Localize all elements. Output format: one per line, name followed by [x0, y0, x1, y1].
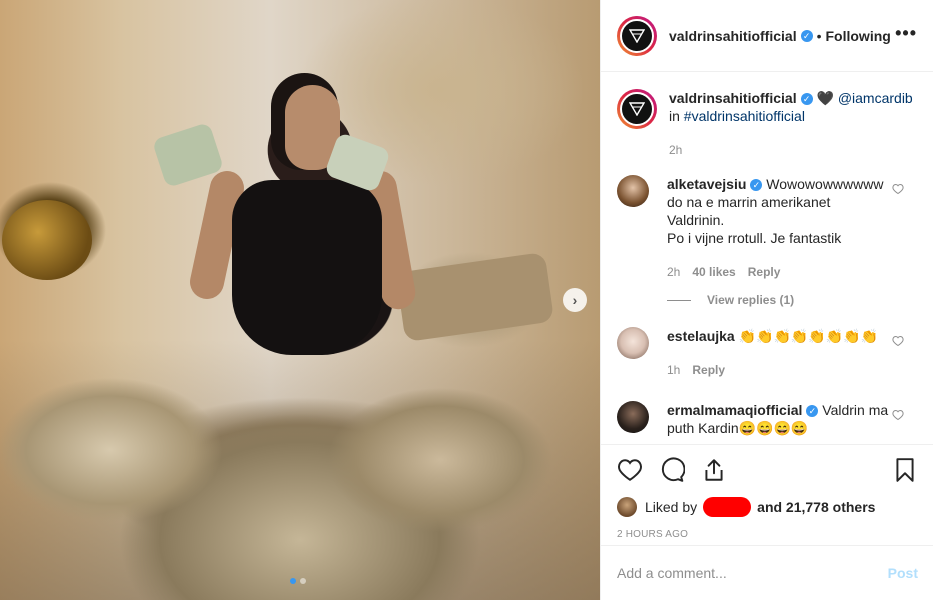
- commenter-username[interactable]: estelaujka: [667, 328, 735, 344]
- comment-text-2: Po i vijne rrotull. Je fantastik: [667, 230, 842, 246]
- author-avatar[interactable]: [617, 15, 657, 56]
- liker-avatar[interactable]: [617, 497, 637, 517]
- view-replies-label: View replies (1): [707, 293, 795, 307]
- brand-logo-icon: [620, 92, 654, 126]
- verified-badge-icon: ✓: [750, 179, 763, 192]
- liked-by-label: Liked by: [645, 499, 698, 515]
- action-icons: [617, 457, 918, 483]
- commenter-username[interactable]: ermalmamaqiofficial: [667, 402, 802, 418]
- reply-button[interactable]: Reply: [748, 263, 781, 281]
- carousel-dot: [300, 578, 306, 584]
- post-timestamp[interactable]: 2 HOURS AGO: [617, 529, 918, 540]
- verified-badge-icon: ✓: [806, 405, 819, 418]
- divider-line: [667, 299, 691, 301]
- caption-body: valdrinsahitiofficial ✓ 🖤 @iamcardib in #…: [669, 89, 913, 159]
- commenter-avatar[interactable]: [617, 175, 649, 207]
- comment-item: alketavejsiu ✓ Wowowowwwwww do na e marri…: [617, 175, 918, 281]
- caption-avatar[interactable]: [617, 89, 657, 129]
- comment-meta: 2h 40 likes Reply: [667, 263, 889, 281]
- verified-badge-icon: ✓: [800, 29, 813, 42]
- view-replies-button[interactable]: View replies (1): [667, 293, 918, 307]
- post-actions: Liked by and 21,778 others 2 HOURS AGO: [601, 444, 933, 540]
- redacted-username: [703, 497, 752, 517]
- media-decor: [2, 200, 92, 280]
- add-comment-input[interactable]: Add a comment...: [617, 565, 888, 581]
- chevron-right-icon: ›: [572, 292, 578, 308]
- media-cushion: [395, 251, 555, 343]
- reply-button[interactable]: Reply: [692, 361, 725, 379]
- comment-icon[interactable]: [659, 457, 685, 483]
- post-header: valdrinsahitiofficial ✓ • Following •••: [601, 0, 933, 72]
- comment-likes[interactable]: 40 likes: [692, 263, 735, 281]
- likes-summary: Liked by and 21,778 others: [617, 497, 918, 517]
- more-options-icon[interactable]: •••: [895, 24, 917, 42]
- post-media[interactable]: ›: [0, 0, 600, 600]
- separator: •: [816, 27, 822, 44]
- black-heart-emoji: 🖤: [816, 90, 834, 106]
- post-comment-button[interactable]: Post: [888, 565, 918, 581]
- comment-text: 👏👏👏👏👏👏👏👏: [738, 328, 879, 344]
- comments-list[interactable]: valdrinsahitiofficial ✓ 🖤 @iamcardib in #…: [601, 73, 933, 444]
- add-comment-bar: Add a comment... Post: [601, 545, 933, 600]
- post-side-panel: valdrinsahitiofficial ✓ • Following ••• …: [600, 0, 933, 600]
- comment-like-icon[interactable]: [892, 409, 904, 421]
- comment-body: ermalmamaqiofficial ✓ Valdrin ma puth Kar…: [667, 401, 889, 437]
- media-figure: [232, 180, 382, 355]
- commenter-username[interactable]: alketavejsiu: [667, 176, 746, 192]
- verified-badge-icon: ✓: [800, 93, 813, 106]
- hashtag-link[interactable]: #valdrinsahitiofficial: [684, 108, 805, 124]
- comment-body: alketavejsiu ✓ Wowowowwwwww do na e marri…: [667, 175, 889, 281]
- comment-like-icon[interactable]: [892, 183, 904, 195]
- carousel-dot: [290, 578, 296, 584]
- commenter-avatar[interactable]: [617, 327, 649, 359]
- author-username[interactable]: valdrinsahitiofficial: [669, 28, 797, 44]
- caption-time[interactable]: 2h: [669, 141, 682, 159]
- comment-like-icon[interactable]: [892, 335, 904, 347]
- caption-in-label: in: [669, 108, 680, 124]
- comment-meta: 1h Reply: [667, 361, 889, 379]
- comment-body: estelaujka 👏👏👏👏👏👏👏👏 1h Reply: [667, 327, 889, 379]
- comment-item: estelaujka 👏👏👏👏👏👏👏👏 1h Reply: [617, 327, 918, 379]
- commenter-avatar[interactable]: [617, 401, 649, 433]
- caption-username[interactable]: valdrinsahitiofficial: [669, 90, 797, 106]
- comment-item: ermalmamaqiofficial ✓ Valdrin ma puth Kar…: [617, 401, 918, 437]
- carousel-dots: [290, 578, 306, 584]
- heart-icon[interactable]: [617, 457, 643, 483]
- brand-logo-icon: [620, 18, 654, 53]
- bookmark-icon[interactable]: [892, 457, 918, 483]
- share-icon[interactable]: [701, 457, 727, 483]
- comment-time[interactable]: 1h: [667, 361, 680, 379]
- mention-link[interactable]: @iamcardib: [838, 90, 913, 106]
- carousel-next-button[interactable]: ›: [563, 288, 587, 312]
- caption-meta: 2h: [669, 141, 913, 159]
- header-user: valdrinsahitiofficial ✓ • Following: [669, 28, 891, 44]
- caption: valdrinsahitiofficial ✓ 🖤 @iamcardib in #…: [617, 89, 918, 159]
- likes-count-link[interactable]: and 21,778 others: [757, 499, 875, 515]
- comment-time[interactable]: 2h: [667, 263, 680, 281]
- media-background: [0, 340, 600, 600]
- following-button[interactable]: Following: [826, 28, 891, 44]
